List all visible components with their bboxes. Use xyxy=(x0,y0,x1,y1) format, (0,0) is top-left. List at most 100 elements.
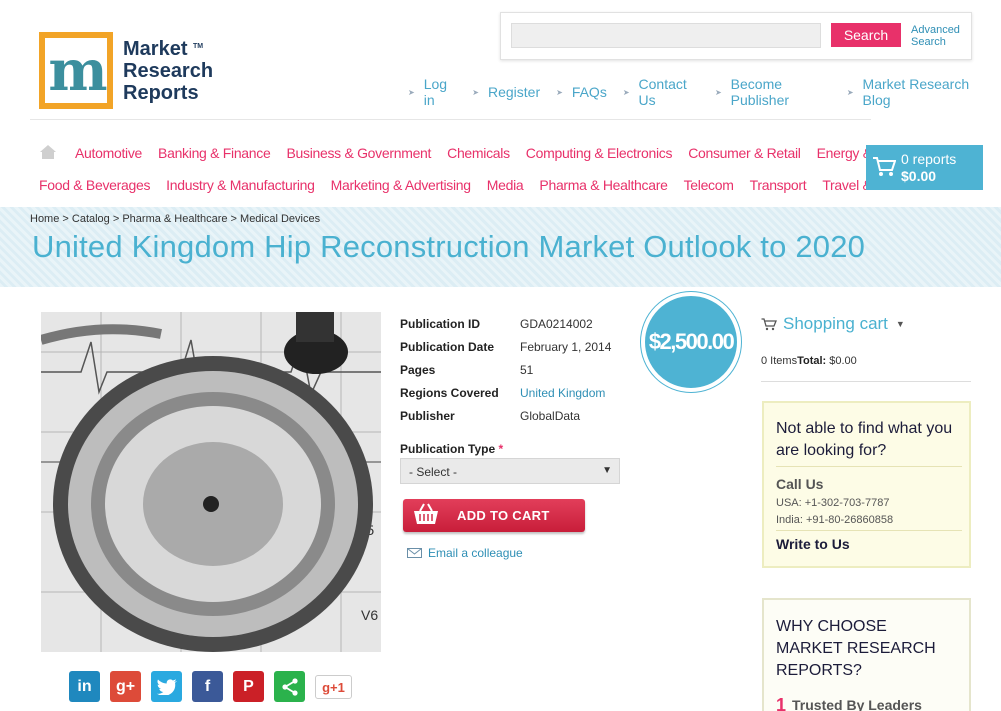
shopping-cart-toggle[interactable]: Shopping cart ▼ xyxy=(761,314,905,334)
site-logo[interactable]: m Market Research Reports TM xyxy=(39,32,213,109)
cart-report-count: 0 reports xyxy=(901,151,957,167)
publication-details: Publication ID GDA0214002 Publication Da… xyxy=(400,312,611,427)
why-choose-title: WHY CHOOSE MARKET RESEARCH REPORTS? xyxy=(776,618,936,679)
header-divider xyxy=(30,119,871,120)
cart-amount: $0.00 xyxy=(901,168,937,184)
publication-date: February 1, 2014 xyxy=(520,339,612,354)
twitter-icon[interactable] xyxy=(151,671,182,702)
advanced-search-line-1: Advanced xyxy=(911,24,960,36)
facebook-icon[interactable]: f xyxy=(192,671,223,702)
arrow-icon: ➤ xyxy=(622,87,630,97)
cart-total-label: Total: xyxy=(797,355,827,367)
category-computing-electronics[interactable]: Computing & Electronics xyxy=(526,145,673,161)
faqs-label: FAQs xyxy=(571,84,607,100)
arrow-icon: ➤ xyxy=(408,87,415,97)
call-us-heading: Call Us xyxy=(776,476,824,492)
pages-count: 51 xyxy=(520,362,534,377)
detail-row: Publication ID GDA0214002 xyxy=(400,312,611,335)
home-icon[interactable] xyxy=(39,144,57,160)
detail-label: Pages xyxy=(400,362,436,377)
linkedin-icon[interactable]: in xyxy=(69,671,100,702)
search-input[interactable] xyxy=(511,23,821,48)
detail-label: Publisher xyxy=(400,408,455,423)
social-share-bar: in g+ f P g+1 xyxy=(69,671,362,702)
login-label: Log in xyxy=(423,76,448,108)
advanced-search-link[interactable]: Advanced Search xyxy=(911,24,960,48)
category-nav-row-1: Automotive Banking & Finance Business & … xyxy=(75,145,934,161)
google-plus-icon[interactable]: g+ xyxy=(110,671,141,702)
google-plusone-icon[interactable]: g+1 xyxy=(315,675,352,699)
category-pharma-healthcare[interactable]: Pharma & Healthcare xyxy=(539,177,667,193)
ecg-lead-label-v6: V6 xyxy=(361,607,378,623)
category-banking-finance[interactable]: Banking & Finance xyxy=(158,145,271,161)
logo-mark: m xyxy=(39,32,113,109)
publication-type-label: Publication Type * xyxy=(400,442,503,456)
category-consumer-retail[interactable]: Consumer & Retail xyxy=(688,145,801,161)
arrow-icon: ➤ xyxy=(714,87,722,97)
help-question: Not able to find what you are looking fo… xyxy=(776,420,953,459)
contact-us-link[interactable]: ➤ Contact Us xyxy=(623,76,699,108)
category-automotive[interactable]: Automotive xyxy=(75,145,142,161)
price-badge: $2,500.00 xyxy=(641,292,741,392)
breadcrumb[interactable]: Home > Catalog > Pharma & Healthcare > M… xyxy=(30,213,320,225)
share-nodes-icon xyxy=(281,677,298,696)
detail-row: Publication Date February 1, 2014 xyxy=(400,335,611,358)
chevron-down-icon: ▼ xyxy=(895,319,905,329)
cart-icon xyxy=(873,157,896,176)
reason-number: 1 xyxy=(776,695,787,711)
faqs-link[interactable]: ➤ FAQs xyxy=(556,76,607,108)
category-transport[interactable]: Transport xyxy=(750,177,807,193)
help-box: Not able to find what you are looking fo… xyxy=(762,401,971,568)
caret-down-icon: ▼ xyxy=(602,465,612,476)
twitter-bird-icon xyxy=(156,678,177,695)
category-media[interactable]: Media xyxy=(487,177,524,193)
register-label: Register xyxy=(487,84,541,100)
category-business-government[interactable]: Business & Government xyxy=(286,145,431,161)
search-button[interactable]: Search xyxy=(831,23,901,47)
logo-line-3: Reports xyxy=(123,81,199,104)
add-to-cart-label: ADD TO CART xyxy=(457,508,550,523)
cart-items-count: 0 Items xyxy=(761,355,798,367)
publication-type-text: Publication Type xyxy=(400,442,496,456)
category-industry-manufacturing[interactable]: Industry & Manufacturing xyxy=(166,177,315,193)
sidebar-divider xyxy=(761,381,971,382)
publication-id: GDA0214002 xyxy=(520,316,593,331)
stethoscope-ecg-image: V5 V6 xyxy=(41,312,381,652)
contact-us-label: Contact Us xyxy=(638,76,687,108)
mail-icon xyxy=(407,548,422,558)
select-value: - Select - xyxy=(409,465,458,479)
publication-type-select[interactable]: - Select - ▼ xyxy=(400,458,620,484)
login-link[interactable]: ➤ Log in xyxy=(408,76,456,108)
cart-icon xyxy=(761,317,777,330)
add-to-cart-button[interactable]: ADD TO CART xyxy=(403,499,585,532)
detail-label: Regions Covered xyxy=(400,385,499,400)
advanced-search-line-2: Search xyxy=(911,36,946,48)
region-link[interactable]: United Kingdom xyxy=(520,386,605,400)
detail-row: Regions Covered United Kingdom xyxy=(400,381,611,404)
become-publisher-label: Become Publisher xyxy=(730,76,790,108)
become-publisher-link[interactable]: ➤ Become Publisher xyxy=(715,76,831,108)
category-telecom[interactable]: Telecom xyxy=(684,177,734,193)
detail-label: Publication ID xyxy=(400,316,481,331)
phone-usa: USA: +1-302-703-7787 xyxy=(776,497,890,509)
category-marketing-advertising[interactable]: Marketing & Advertising xyxy=(331,177,471,193)
title-banner: Home > Catalog > Pharma & Healthcare > M… xyxy=(0,207,1001,287)
publisher-name: GlobalData xyxy=(520,408,581,423)
register-link[interactable]: ➤ Register xyxy=(472,76,540,108)
detail-label: Publication Date xyxy=(400,339,495,354)
pinterest-icon[interactable]: P xyxy=(233,671,264,702)
product-image: V5 V6 xyxy=(41,312,381,652)
share-icon[interactable] xyxy=(274,671,305,702)
market-research-blog-link[interactable]: ➤ Market Research Blog xyxy=(847,76,985,108)
help-divider xyxy=(776,530,962,531)
category-nav-row-2: Food & Beverages Industry & Manufacturin… xyxy=(39,177,935,193)
header-cart[interactable]: 0 reports $0.00 xyxy=(866,145,983,190)
email-colleague-link[interactable]: Email a colleague xyxy=(407,546,523,560)
required-marker: * xyxy=(498,442,504,456)
arrow-icon: ➤ xyxy=(556,87,563,97)
write-to-us-link[interactable]: Write to Us xyxy=(776,536,850,552)
category-food-beverages[interactable]: Food & Beverages xyxy=(39,177,150,193)
arrow-icon: ➤ xyxy=(846,87,854,97)
category-chemicals[interactable]: Chemicals xyxy=(447,145,510,161)
help-divider xyxy=(776,466,962,467)
